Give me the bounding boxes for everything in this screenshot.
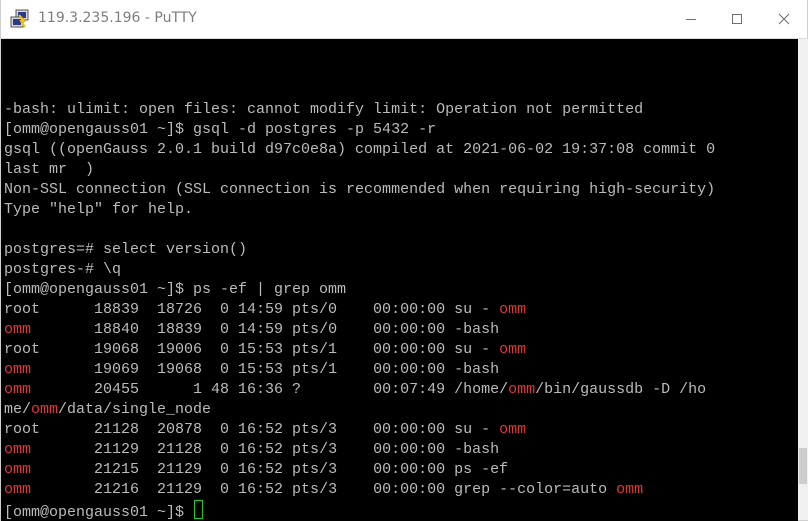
terminal-text: me/: [4, 401, 32, 418]
terminal-text: /data/single_node: [58, 401, 212, 418]
terminal-text: Non-SSL connection (SSL connection is re…: [4, 181, 716, 198]
terminal-line: Type "help" for help.: [4, 200, 193, 220]
highlighted-match: omm: [4, 441, 32, 458]
highlighted-match: omm: [499, 341, 527, 358]
terminal-text: 21129 21128 0 16:52 pts/3 00:00:00 -bash: [31, 441, 500, 458]
terminal-line: root 19068 19006 0 15:53 pts/1 00:00:00 …: [4, 340, 526, 360]
highlighted-match: omm: [499, 421, 527, 438]
terminal-text: [omm@opengauss01 ~]$ ps -ef | grep omm: [4, 281, 347, 298]
terminal-line: omm 21129 21128 0 16:52 pts/3 00:00:00 -…: [4, 440, 499, 460]
terminal-line: last mr ): [4, 160, 94, 180]
terminal-text: Type "help" for help.: [4, 201, 194, 218]
terminal-line: gsql ((openGauss 2.0.1 build d97c0e8a) c…: [4, 140, 715, 160]
terminal-text: postgres-# \q: [4, 261, 122, 278]
terminal-line: root 18839 18726 0 14:59 pts/0 00:00:00 …: [4, 300, 526, 320]
window-title: 119.3.235.196 - PuTTY: [38, 10, 197, 26]
highlighted-match: omm: [4, 481, 32, 498]
terminal-line: postgres=# select version(): [4, 240, 247, 260]
highlighted-match: omm: [4, 361, 32, 378]
minimize-icon: [685, 13, 697, 25]
close-button[interactable]: [761, 0, 807, 38]
terminal-text: 20455 1 48 16:36 ? 00:07:49 /home/: [31, 381, 509, 398]
terminal-text: 21216 21129 0 16:52 pts/3 00:00:00 grep …: [31, 481, 617, 498]
terminal-text: root 18839 18726 0 14:59 pts/0 00:00:00 …: [4, 301, 500, 318]
terminal-line: omm 21215 21129 0 16:52 pts/3 00:00:00 p…: [4, 460, 508, 480]
terminal-text: postgres=# select version(): [4, 241, 248, 258]
close-icon: [778, 13, 790, 25]
title-bar[interactable]: 119.3.235.196 - PuTTY: [1, 0, 807, 39]
highlighted-match: omm: [499, 301, 527, 318]
terminal-line: me/omm/data/single_node: [4, 400, 211, 420]
terminal-text: -bash: ulimit: open files: cannot modify…: [4, 101, 644, 118]
terminal-text: 18840 18839 0 14:59 pts/0 00:00:00 -bash: [31, 321, 500, 338]
terminal-text: 21215 21129 0 16:52 pts/3 00:00:00 ps -e…: [31, 461, 509, 478]
highlighted-match: omm: [616, 481, 644, 498]
terminal-line: omm 19069 19068 0 15:53 pts/1 00:00:00 -…: [4, 360, 499, 380]
terminal-text: root 19068 19006 0 15:53 pts/1 00:00:00 …: [4, 341, 500, 358]
maximize-icon: [731, 13, 743, 25]
terminal-text: 19069 19068 0 15:53 pts/1 00:00:00 -bash: [31, 361, 500, 378]
putty-window: 119.3.235.196 - PuTTY -bash: ulimit: ope…: [0, 0, 808, 521]
terminal-line: omm 20455 1 48 16:36 ? 00:07:49 /home/om…: [4, 380, 706, 400]
terminal-text: /bin/gaussdb -D /ho: [535, 381, 707, 398]
putty-icon[interactable]: [10, 9, 30, 29]
terminal-text: gsql ((openGauss 2.0.1 build d97c0e8a) c…: [4, 141, 716, 158]
terminal-text: [omm@opengauss01 ~]$ gsql -d postgres -p…: [4, 121, 437, 138]
terminal-text: [omm@opengauss01 ~]$: [4, 504, 194, 521]
terminal-text: root 21128 20878 0 16:52 pts/3 00:00:00 …: [4, 421, 500, 438]
terminal-line: [omm@opengauss01 ~]$ gsql -d postgres -p…: [4, 120, 436, 140]
terminal-line: [omm@opengauss01 ~]$: [4, 500, 204, 521]
terminal-line: root 21128 20878 0 16:52 pts/3 00:00:00 …: [4, 420, 526, 440]
terminal-text: last mr ): [4, 161, 95, 178]
terminal-line: Non-SSL connection (SSL connection is re…: [4, 180, 715, 200]
terminal-line: omm 18840 18839 0 14:59 pts/0 00:00:00 -…: [4, 320, 499, 340]
terminal-line: [omm@opengauss01 ~]$ ps -ef | grep omm: [4, 280, 346, 300]
highlighted-match: omm: [508, 381, 536, 398]
highlighted-match: omm: [4, 381, 32, 398]
terminal-line: postgres-# \q: [4, 260, 121, 280]
terminal-line: omm 21216 21129 0 16:52 pts/3 00:00:00 g…: [4, 480, 643, 500]
highlighted-match: omm: [31, 401, 59, 418]
terminal-screen[interactable]: -bash: ulimit: open files: cannot modify…: [4, 39, 798, 521]
terminal-cursor: [194, 500, 204, 519]
highlighted-match: omm: [4, 321, 32, 338]
scrollbar-thumb[interactable]: [799, 448, 807, 484]
terminal-area[interactable]: -bash: ulimit: open files: cannot modify…: [1, 39, 798, 521]
minimize-button[interactable]: [668, 0, 714, 38]
highlighted-match: omm: [4, 461, 32, 478]
scrollbar[interactable]: [798, 39, 808, 520]
terminal-line: -bash: ulimit: open files: cannot modify…: [4, 100, 643, 120]
maximize-button[interactable]: [714, 0, 760, 38]
